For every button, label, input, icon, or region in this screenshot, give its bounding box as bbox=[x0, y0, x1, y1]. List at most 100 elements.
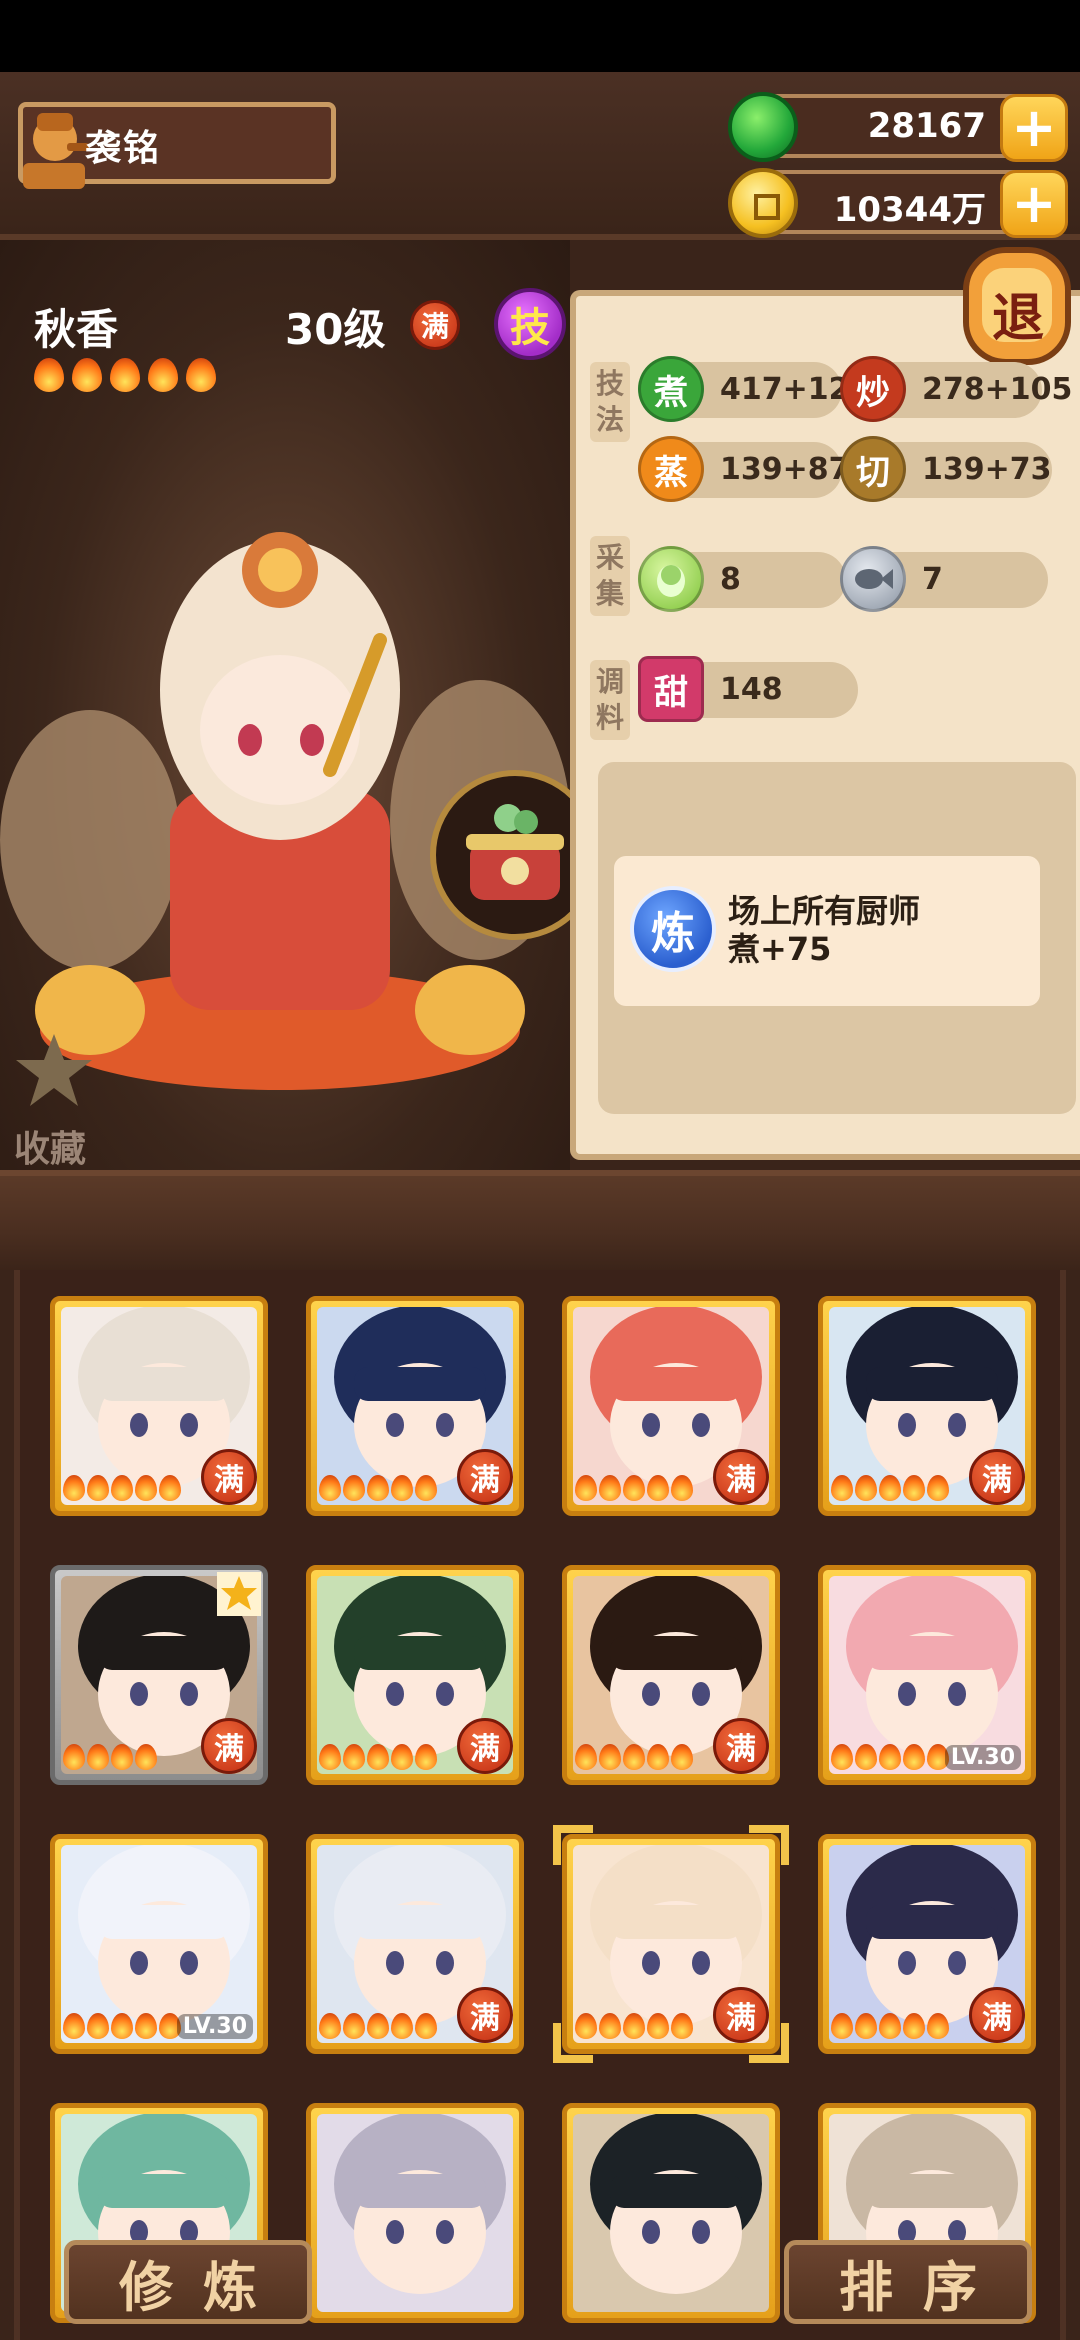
hero-level: 30级 bbox=[285, 305, 386, 354]
jade-counter: 28167 + bbox=[728, 92, 1068, 162]
flame-icon bbox=[367, 2013, 389, 2039]
chef-card[interactable]: 满 bbox=[562, 1296, 780, 1516]
flame-icon bbox=[63, 1744, 85, 1770]
flame-icon bbox=[87, 1744, 109, 1770]
flame-icon bbox=[319, 1744, 341, 1770]
stat-stirfry-value: 278+105 bbox=[922, 372, 1073, 407]
player-badge[interactable]: 袭铭 bbox=[18, 102, 336, 189]
full-badge: 满 bbox=[969, 1449, 1025, 1505]
cultivate-button[interactable]: 修炼 bbox=[64, 2240, 312, 2324]
flame-icon bbox=[879, 1475, 901, 1501]
chef-card[interactable]: LV.30 bbox=[818, 1565, 1036, 1785]
chef-portrait bbox=[573, 2114, 769, 2312]
flame-icon bbox=[319, 2013, 341, 2039]
card-rarity-flames bbox=[575, 1744, 693, 1770]
cut-icon: 切 bbox=[840, 436, 906, 502]
flame-icon bbox=[319, 1475, 341, 1501]
flame-icon bbox=[855, 2013, 877, 2039]
flame-icon bbox=[367, 1475, 389, 1501]
favorite-star-icon[interactable] bbox=[14, 1030, 94, 1110]
chef-card[interactable]: 满 bbox=[306, 1565, 524, 1785]
flame-icon bbox=[671, 1744, 693, 1770]
flame-icon bbox=[599, 2013, 621, 2039]
flame-icon bbox=[903, 1475, 925, 1501]
stat-sweet: 甜 148 bbox=[638, 656, 858, 722]
full-badge: 满 bbox=[457, 1987, 513, 2043]
chef-portrait bbox=[317, 2114, 513, 2312]
flame-icon bbox=[831, 1744, 853, 1770]
full-badge: 满 bbox=[201, 1449, 257, 1505]
card-rarity-flames bbox=[63, 1744, 157, 1770]
chef-card[interactable]: 满 bbox=[562, 1565, 780, 1785]
chef-card[interactable]: 满 bbox=[818, 1834, 1036, 2054]
coin-icon bbox=[728, 168, 798, 238]
hero-name: 秋香 bbox=[34, 305, 119, 354]
card-level: LV.30 bbox=[176, 2014, 253, 2039]
flame-icon bbox=[415, 1475, 437, 1501]
shelf-divider bbox=[0, 1170, 1080, 1270]
chef-card[interactable] bbox=[306, 2103, 524, 2323]
skill-button[interactable]: 技 bbox=[494, 288, 566, 360]
technique-label: 技法 bbox=[590, 362, 630, 442]
chef-card[interactable]: LV.30 bbox=[50, 1834, 268, 2054]
stat-stirfry: 炒 278+105 bbox=[840, 356, 1072, 422]
full-badge: 满 bbox=[713, 1718, 769, 1774]
flame-icon bbox=[623, 2013, 645, 2039]
flame-icon bbox=[135, 1475, 157, 1501]
favorite-label: 收藏 bbox=[14, 1129, 87, 1170]
chef-card[interactable]: 满 bbox=[306, 1834, 524, 2054]
flame-icon bbox=[159, 1475, 181, 1501]
flame-icon bbox=[831, 2013, 853, 2039]
chef-card[interactable] bbox=[562, 2103, 780, 2323]
full-badge: 满 bbox=[201, 1718, 257, 1774]
flame-icon bbox=[671, 2013, 693, 2039]
flame-icon bbox=[111, 2013, 133, 2039]
sort-button[interactable]: 排序 bbox=[784, 2240, 1032, 2324]
flame-icon bbox=[391, 2013, 413, 2039]
jade-icon bbox=[728, 92, 798, 162]
flame-icon bbox=[623, 1744, 645, 1770]
stat-sweet-value: 148 bbox=[720, 672, 783, 707]
flame-icon bbox=[599, 1744, 621, 1770]
chef-card[interactable]: 满 bbox=[562, 1834, 780, 2054]
skill-line-1: 场上所有厨师 bbox=[728, 892, 921, 930]
game-screen: 袭铭 28167 + 10344万 + 秋香 30级 满 技 收藏 技法 采集 … bbox=[0, 0, 1080, 2340]
flame-icon bbox=[343, 1744, 365, 1770]
flame-icon bbox=[879, 1744, 901, 1770]
chef-card[interactable]: 满 bbox=[818, 1296, 1036, 1516]
skill-line-2: 煮+75 bbox=[728, 930, 832, 968]
flame-icon bbox=[391, 1744, 413, 1770]
chef-card[interactable]: 满 bbox=[50, 1565, 268, 1785]
add-jade-button[interactable]: + bbox=[1000, 94, 1068, 162]
chef-card[interactable]: 满 bbox=[50, 1296, 268, 1516]
stat-steam-value: 139+87 bbox=[720, 452, 850, 487]
stat-fish-value: 7 bbox=[922, 562, 943, 597]
flame-icon bbox=[599, 1475, 621, 1501]
flame-icon bbox=[415, 1744, 437, 1770]
add-coin-button[interactable]: + bbox=[1000, 170, 1068, 238]
player-name: 袭铭 bbox=[85, 128, 162, 169]
flame-icon bbox=[391, 1475, 413, 1501]
steam-icon: 蒸 bbox=[638, 436, 704, 502]
refine-skill-icon: 炼 bbox=[630, 886, 716, 972]
flame-icon bbox=[647, 1475, 669, 1501]
flame-icon bbox=[72, 358, 102, 392]
chef-card[interactable]: 满 bbox=[306, 1296, 524, 1516]
card-rarity-flames bbox=[831, 1744, 949, 1770]
flame-icon bbox=[111, 1744, 133, 1770]
flame-icon bbox=[34, 358, 64, 392]
stat-vegetable: 8 bbox=[638, 546, 846, 612]
flame-icon bbox=[367, 1744, 389, 1770]
coin-counter: 10344万 + bbox=[728, 168, 1068, 238]
full-badge: 满 bbox=[457, 1449, 513, 1505]
flame-icon bbox=[903, 2013, 925, 2039]
flame-icon bbox=[575, 1744, 597, 1770]
card-rarity-flames bbox=[575, 1475, 693, 1501]
flame-icon bbox=[415, 2013, 437, 2039]
boil-icon: 煮 bbox=[638, 356, 704, 422]
flame-icon bbox=[855, 1475, 877, 1501]
card-rarity-flames bbox=[831, 1475, 949, 1501]
flame-icon bbox=[148, 358, 178, 392]
card-rarity-flames bbox=[319, 1475, 437, 1501]
cabbage-icon bbox=[638, 546, 704, 612]
